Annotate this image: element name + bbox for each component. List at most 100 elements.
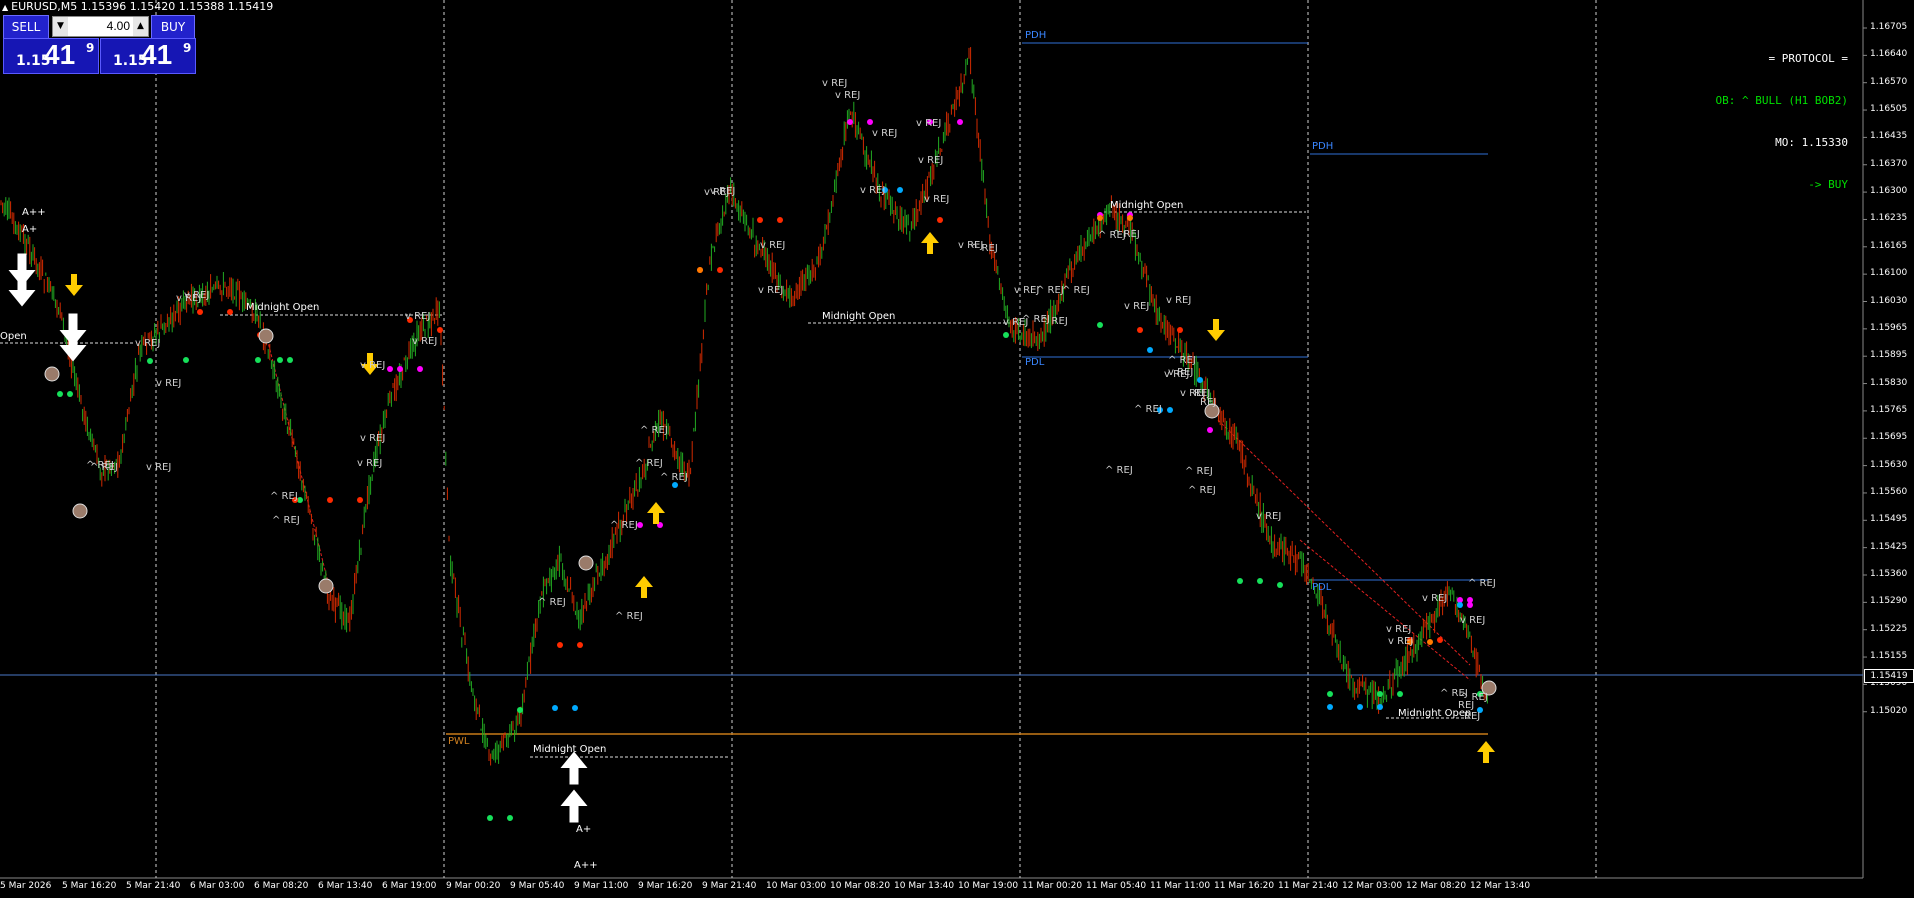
- signal-dot: [1327, 691, 1333, 697]
- signal-dot: [757, 217, 763, 223]
- time-tick-label: 10 Mar 13:40: [894, 881, 955, 891]
- signal-dot: [197, 309, 203, 315]
- lot-decrease-icon[interactable]: ▼: [53, 17, 68, 36]
- rejection-label: v REJ: [918, 155, 944, 166]
- signal-dot: [1427, 639, 1433, 645]
- rejection-label: v REJ: [412, 336, 438, 347]
- rejection-label: ^ REJ: [272, 515, 300, 526]
- signal-dot: [1197, 377, 1203, 383]
- price-tick-label: 1.15765: [1870, 404, 1908, 415]
- time-tick-label: 6 Mar 08:20: [254, 881, 309, 891]
- signal-dot: [1147, 347, 1153, 353]
- lot-increase-icon[interactable]: ▲: [133, 17, 148, 36]
- buy-button[interactable]: BUY: [151, 15, 195, 39]
- rejection-label: v REJ: [835, 90, 861, 101]
- time-tick-label: 10 Mar 08:20: [830, 881, 891, 891]
- rejection-label: ^ REJ: [1105, 465, 1133, 476]
- rejection-label: v REJ: [822, 78, 848, 89]
- time-tick-label: 10 Mar 03:00: [766, 881, 827, 891]
- rejection-label: v REJ: [1388, 636, 1414, 647]
- pdh-label: PDH: [1025, 30, 1047, 41]
- signal-dot: [572, 705, 578, 711]
- rejection-label: ^ REJ: [270, 491, 298, 502]
- price-tick-label: 1.16505: [1870, 104, 1908, 115]
- signal-dot: [637, 522, 643, 528]
- rejection-label: ^ REJ: [1468, 578, 1496, 589]
- lot-size-stepper[interactable]: ▼ ▲: [52, 16, 149, 37]
- buy-quote-pips: 41: [141, 39, 173, 70]
- signal-dot: [1097, 322, 1103, 328]
- lot-size-input[interactable]: [70, 17, 132, 34]
- rejection-label: v REJ: [872, 128, 898, 139]
- signal-dot: [1457, 602, 1463, 608]
- pdl-label: PDL: [1025, 357, 1045, 368]
- signal-dot: [1467, 602, 1473, 608]
- signal-dot: [1127, 215, 1133, 221]
- price-tick-label: 1.16570: [1870, 76, 1908, 87]
- signal-dot: [1097, 215, 1103, 221]
- time-tick-label: 10 Mar 19:00: [958, 881, 1019, 891]
- signal-dot: [1003, 332, 1009, 338]
- time-tick-label: 9 Mar 21:40: [702, 881, 757, 891]
- price-chart[interactable]: [0, 0, 1914, 898]
- rejection-label: ^ REJ: [635, 458, 663, 469]
- signal-dot: [957, 119, 963, 125]
- protocol-header: = PROTOCOL =: [1768, 52, 1848, 65]
- signal-dot: [57, 391, 63, 397]
- pwl-label: PWL: [448, 736, 470, 747]
- signal-dot: [717, 267, 723, 273]
- rejection-label: ^ REJ: [1185, 466, 1213, 477]
- one-click-trade-panel: SELL ▼ ▲ BUY 1.15 41 9 1.15 41 9: [3, 15, 196, 74]
- grade-label: A++: [22, 207, 46, 218]
- price-tick-label: 1.16370: [1870, 158, 1908, 169]
- rejection-label: ^ REJ: [538, 597, 566, 608]
- signal-dot: [552, 705, 558, 711]
- signal-dot: [897, 187, 903, 193]
- signal-dot: [777, 217, 783, 223]
- signal-dot: [1167, 407, 1173, 413]
- time-tick-label: 9 Mar 16:20: [638, 881, 693, 891]
- price-tick-label: 1.16100: [1870, 268, 1908, 279]
- signal-dot: [1137, 327, 1143, 333]
- pdh-label: PDH: [1312, 141, 1334, 152]
- time-tick-label: 11 Mar 21:40: [1278, 881, 1339, 891]
- current-price-label: 1.15419: [1864, 669, 1914, 683]
- sell-quote[interactable]: 1.15 41 9: [3, 38, 99, 74]
- price-tick-label: 1.15495: [1870, 514, 1908, 525]
- price-tick-label: 1.16030: [1870, 295, 1908, 306]
- signal-dot: [487, 815, 493, 821]
- sell-button[interactable]: SELL: [3, 15, 49, 39]
- rejection-label: v REJ: [405, 311, 431, 322]
- price-tick-label: 1.16165: [1870, 240, 1908, 251]
- price-tick-label: 1.16300: [1870, 186, 1908, 197]
- rejection-label: v REJ: [1386, 624, 1412, 635]
- midnight-open-label: Midnight Open: [533, 744, 607, 755]
- rejection-label: v REJ: [860, 185, 886, 196]
- time-tick-label: 12 Mar 03:00: [1342, 881, 1403, 891]
- rejection-label: v REJ: [1124, 301, 1150, 312]
- time-tick-label: 9 Mar 00:20: [446, 881, 501, 891]
- order-block-icon: [578, 555, 594, 571]
- signal-dot: [227, 309, 233, 315]
- time-tick-label: 9 Mar 11:00: [574, 881, 629, 891]
- rejection-label: v REJ: [357, 458, 383, 469]
- signal-dot: [397, 366, 403, 372]
- signal-dot: [937, 217, 943, 223]
- rejection-label: REJ: [1200, 397, 1217, 408]
- signal-dot: [517, 707, 523, 713]
- rejection-label: ^ REJ: [1062, 285, 1090, 296]
- signal-dot: [1257, 578, 1263, 584]
- signal-dot: [1237, 578, 1243, 584]
- buy-quote[interactable]: 1.15 41 9: [100, 38, 196, 74]
- rejection-label: v REJ: [1460, 615, 1486, 626]
- sell-quote-pips: 41: [44, 39, 76, 70]
- order-block-icon: [72, 503, 88, 519]
- collapse-triangle-icon[interactable]: ▲: [2, 3, 8, 12]
- signal-dot: [417, 366, 423, 372]
- rejection-label: ^ REJ: [1040, 316, 1068, 327]
- rejection-label: REJ: [1464, 711, 1481, 722]
- time-tick-label: 6 Mar 19:00: [382, 881, 437, 891]
- order-block-icon: [258, 328, 274, 344]
- time-tick-label: 9 Mar 05:40: [510, 881, 565, 891]
- signal-dot: [1377, 691, 1383, 697]
